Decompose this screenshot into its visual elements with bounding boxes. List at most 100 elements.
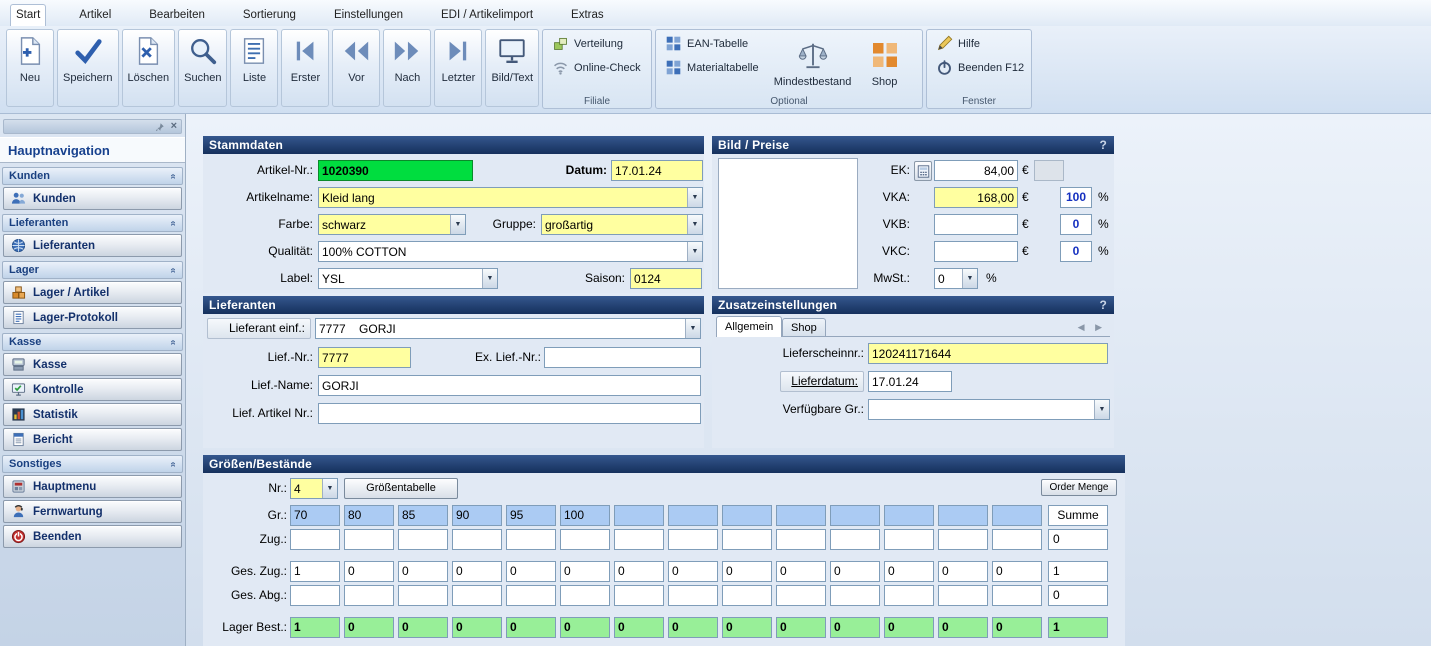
- menu-tab-extras[interactable]: Extras: [566, 5, 609, 26]
- mindestbestand-button[interactable]: Mindestbestand: [767, 33, 859, 93]
- menu-tab-sortierung[interactable]: Sortierung: [238, 5, 301, 26]
- chevron-down-icon[interactable]: ▼: [450, 215, 465, 234]
- sidebar-item-lieferanten[interactable]: Lieferanten: [3, 234, 182, 257]
- neu-button[interactable]: Neu: [6, 29, 54, 107]
- size-cell-zug-7[interactable]: [668, 529, 718, 550]
- article-image-box[interactable]: [718, 158, 858, 289]
- tab-shop[interactable]: Shop: [782, 318, 826, 337]
- size-cell-zug-3[interactable]: [452, 529, 502, 550]
- loeschen-button[interactable]: Löschen: [121, 29, 176, 107]
- bild-text-button[interactable]: Bild/Text: [485, 29, 540, 107]
- vkb-input[interactable]: [934, 214, 1018, 235]
- ek-input[interactable]: [934, 160, 1018, 181]
- size-cell-zug-13[interactable]: [992, 529, 1042, 550]
- chevron-down-icon[interactable]: ▼: [962, 269, 977, 288]
- farbe-combo[interactable]: ▼: [318, 214, 466, 235]
- lief-artikel-nr-input[interactable]: [318, 403, 701, 424]
- lieferdatum-input[interactable]: [868, 371, 952, 392]
- nach-button[interactable]: Nach: [383, 29, 432, 107]
- help-button[interactable]: ?: [1099, 136, 1107, 154]
- hilfe-button[interactable]: Hilfe: [932, 33, 1026, 54]
- suchen-button[interactable]: Suchen: [178, 29, 228, 107]
- verfuegbare-gr-combo[interactable]: ▼: [868, 399, 1110, 420]
- vka-percent-box[interactable]: 100: [1060, 187, 1092, 208]
- sidebar-item-lager-protokoll[interactable]: Lager-Protokoll: [3, 306, 182, 329]
- qualitaet-combo[interactable]: ▼: [318, 241, 703, 262]
- size-cell-zug-5[interactable]: [560, 529, 610, 550]
- artikelname-combo[interactable]: ▼: [318, 187, 703, 208]
- size-cell-zug-1[interactable]: [344, 529, 394, 550]
- chevron-down-icon[interactable]: ▼: [1094, 400, 1109, 419]
- sidebar-item-hauptmenu[interactable]: Hauptmenu: [3, 475, 182, 498]
- erster-button[interactable]: Erster: [281, 29, 330, 107]
- sidebar-group-lager[interactable]: Lager»: [2, 261, 183, 279]
- order-menge-button[interactable]: Order Menge: [1041, 479, 1117, 496]
- size-cell-zug-12[interactable]: [938, 529, 988, 550]
- mwst-combo[interactable]: ▼: [934, 268, 978, 289]
- size-cell-zug-9[interactable]: [776, 529, 826, 550]
- sidebar-group-lieferanten[interactable]: Lieferanten»: [2, 214, 183, 232]
- chevron-down-icon[interactable]: ▼: [322, 479, 337, 498]
- sidebar-item-kasse[interactable]: Kasse: [3, 353, 182, 376]
- size-cell-zug-6[interactable]: [614, 529, 664, 550]
- calculator-button[interactable]: [914, 161, 932, 181]
- liste-button[interactable]: Liste: [230, 29, 279, 107]
- sidebar-item-beenden[interactable]: Beenden: [3, 525, 182, 548]
- pin-icon[interactable]: [155, 122, 165, 132]
- size-cell-zug-0[interactable]: [290, 529, 340, 550]
- speichern-button[interactable]: Speichern: [57, 29, 119, 107]
- groessentabelle-button[interactable]: Größentabelle: [344, 478, 458, 499]
- tab-allgemein[interactable]: Allgemein: [716, 316, 783, 337]
- sidebar-item-fernwartung[interactable]: Fernwartung: [3, 500, 182, 523]
- size-cell-zug-4[interactable]: [506, 529, 556, 550]
- vor-button[interactable]: Vor: [332, 29, 381, 107]
- sidebar-item-lager-artikel[interactable]: Lager / Artikel: [3, 281, 182, 304]
- sidebar-item-kontrolle[interactable]: Kontrolle: [3, 378, 182, 401]
- help-button[interactable]: ?: [1099, 296, 1107, 314]
- chevron-down-icon[interactable]: ▼: [482, 269, 497, 288]
- verteilung-button[interactable]: Verteilung: [548, 33, 646, 54]
- vka-input[interactable]: [934, 187, 1018, 208]
- vkc-input[interactable]: [934, 241, 1018, 262]
- saison-input[interactable]: [630, 268, 702, 289]
- label-combo[interactable]: ▼: [318, 268, 498, 289]
- sidebar-item-bericht[interactable]: Bericht: [3, 428, 182, 451]
- artikel-nr-input[interactable]: [318, 160, 473, 181]
- lief-name-input[interactable]: [318, 375, 701, 396]
- lief-nr-input[interactable]: [318, 347, 411, 368]
- lieferscheinnr-input[interactable]: [868, 343, 1108, 364]
- letzter-button[interactable]: Letzter: [434, 29, 483, 107]
- nr-combo[interactable]: ▼: [290, 478, 338, 499]
- online-check-button[interactable]: Online-Check: [548, 57, 646, 78]
- size-cell-zug-10[interactable]: [830, 529, 880, 550]
- menu-tab-edi-artikelimport[interactable]: EDI / Artikelimport: [436, 5, 538, 26]
- sidebar-item-kunden[interactable]: Kunden: [3, 187, 182, 210]
- materialtabelle-button[interactable]: Materialtabelle: [661, 57, 763, 78]
- ean-tabelle-button[interactable]: EAN-Tabelle: [661, 33, 763, 54]
- menu-tab-einstellungen[interactable]: Einstellungen: [329, 5, 408, 26]
- close-icon[interactable]: ×: [171, 121, 177, 132]
- size-cell-zug-2[interactable]: [398, 529, 448, 550]
- vkc-percent-box[interactable]: 0: [1060, 241, 1092, 262]
- lieferant-einf-combo[interactable]: ▼: [315, 318, 701, 339]
- size-cell-zug-8[interactable]: [722, 529, 772, 550]
- datum-input[interactable]: [611, 160, 703, 181]
- vkb-percent-box[interactable]: 0: [1060, 214, 1092, 235]
- lieferant-einf-label[interactable]: Lieferant einf.:: [207, 318, 311, 339]
- menu-tab-bearbeiten[interactable]: Bearbeiten: [144, 5, 210, 26]
- tab-scroll-arrows[interactable]: ◀ ▶: [1078, 322, 1106, 333]
- beenden-f12-button[interactable]: Beenden F12: [932, 57, 1026, 78]
- menu-tab-artikel[interactable]: Artikel: [74, 5, 116, 26]
- size-cell-zug-11[interactable]: [884, 529, 934, 550]
- ex-lief-nr-input[interactable]: [544, 347, 701, 368]
- sidebar-group-kasse[interactable]: Kasse»: [2, 333, 183, 351]
- chevron-down-icon[interactable]: ▼: [687, 215, 702, 234]
- chevron-down-icon[interactable]: ▼: [687, 242, 702, 261]
- shop-button[interactable]: Shop: [863, 33, 907, 93]
- chevron-down-icon[interactable]: ▼: [685, 319, 700, 338]
- sidebar-group-kunden[interactable]: Kunden»: [2, 167, 183, 185]
- chevron-down-icon[interactable]: ▼: [687, 188, 702, 207]
- lieferdatum-label[interactable]: Lieferdatum:: [780, 371, 864, 392]
- sidebar-group-sonstiges[interactable]: Sonstiges»: [2, 455, 183, 473]
- menu-tab-start[interactable]: Start: [10, 4, 47, 26]
